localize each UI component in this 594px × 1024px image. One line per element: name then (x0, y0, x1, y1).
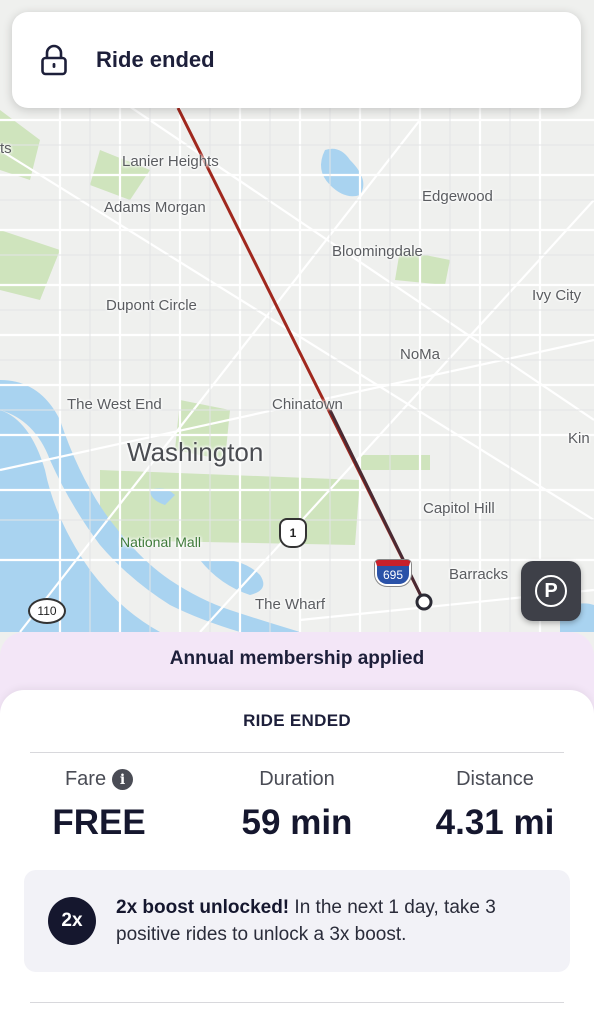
map-label: NoMa (400, 346, 441, 363)
distance-value: 4.31 mi (435, 803, 555, 842)
map-label: Capitol Hill (423, 500, 495, 517)
banner-title: Ride ended (96, 47, 215, 72)
fare-value: FREE (52, 803, 146, 842)
membership-text: Annual membership applied (169, 648, 425, 669)
map-label: Chinatown (272, 396, 343, 413)
boost-text: 2x boost unlocked! In the next 1 day, ta… (116, 894, 550, 948)
map-label: Ivy City (532, 287, 582, 304)
map-label: Dupont Circle (106, 297, 197, 314)
parking-label: P (544, 579, 558, 602)
state-route-number: 110 (37, 604, 57, 618)
state-route-shield-icon: 110 (28, 598, 66, 624)
ride-end-marker (415, 593, 433, 611)
duration-value: 59 min (241, 803, 353, 842)
us-route-number: 1 (289, 526, 297, 540)
ride-status-banner: Ride ended (12, 12, 581, 108)
interstate-number: 695 (382, 568, 404, 582)
divider (30, 1002, 564, 1003)
boost-badge: 2x (48, 897, 96, 945)
sheet-heading: RIDE ENDED (243, 711, 351, 730)
distance-label: Distance (456, 768, 534, 790)
interstate-shield-icon: 695 (375, 560, 411, 586)
fare-stat: Fare i FREE (0, 768, 198, 843)
map-label: Barracks (449, 566, 509, 583)
map-label-city: Washington (127, 437, 264, 467)
map-label: The Wharf (255, 596, 326, 613)
map-label: National Mall (120, 534, 201, 550)
map-label: The West End (67, 396, 162, 413)
duration-stat: Duration 59 min (198, 768, 396, 843)
us-route-shield-icon: 1 (279, 518, 307, 548)
map-label: ts (0, 140, 12, 157)
distance-stat: Distance 4.31 mi (396, 768, 594, 843)
map-label: Bloomingdale (332, 243, 423, 260)
fare-label: Fare (64, 768, 107, 790)
map-label: Edgewood (422, 188, 493, 205)
parking-icon: P (535, 575, 567, 607)
ride-stats: Fare i FREE Duration 59 min Distance 4.3… (0, 768, 594, 843)
lock-icon (41, 44, 67, 76)
ride-summary-sheet: RIDE ENDED Fare i FREE Duration 59 min D… (0, 690, 594, 1024)
info-icon[interactable]: i (112, 769, 134, 790)
duration-label: Duration (259, 768, 335, 790)
map-label: Lanier Heights (122, 153, 219, 170)
boost-card[interactable]: 2x 2x boost unlocked! In the next 1 day,… (24, 870, 570, 972)
boost-title: 2x boost unlocked! (116, 897, 290, 918)
map-label: Adams Morgan (104, 199, 206, 216)
map-label: Kin (568, 430, 590, 447)
divider (30, 752, 564, 753)
parking-button[interactable]: P (521, 561, 581, 621)
